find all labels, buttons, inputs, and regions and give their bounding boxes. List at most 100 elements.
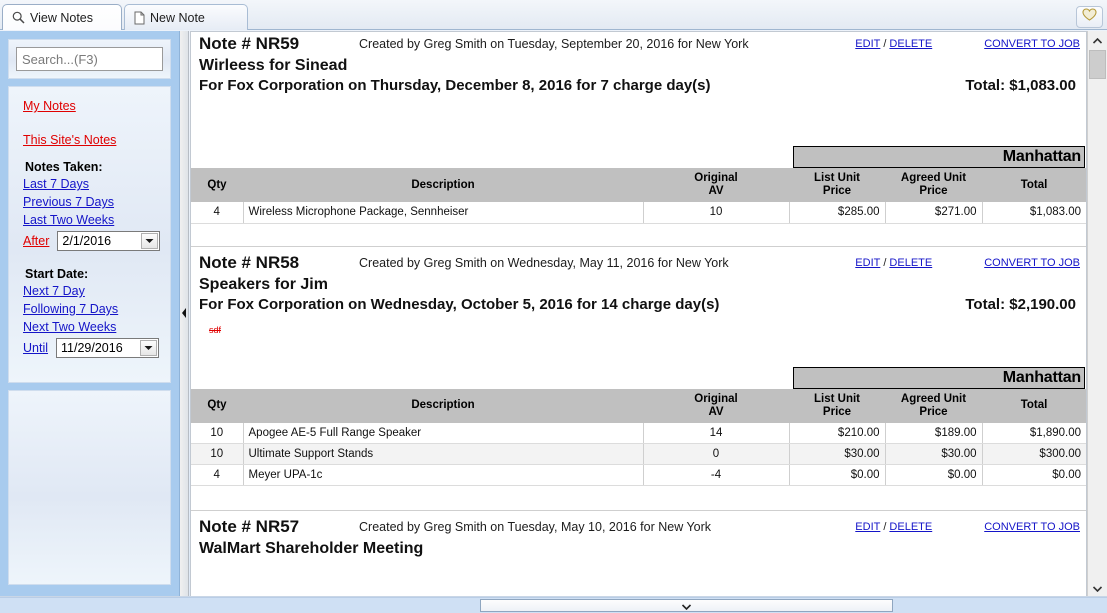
header-agreed-unit-line2: Price: [919, 185, 948, 197]
start-date-heading: Start Date:: [25, 267, 89, 281]
note-body: sdf: [191, 325, 1086, 367]
until-date-value: 11/29/2016: [61, 341, 123, 355]
sidebar-link-next-7-day[interactable]: Next 7 Day: [23, 283, 85, 300]
cell-total: $1,083.00: [982, 202, 1086, 224]
sidebar-empty-panel: [8, 390, 171, 585]
chevron-down-icon: [681, 597, 692, 613]
search-input[interactable]: [22, 51, 198, 67]
cell-qty: 4: [191, 202, 244, 224]
note-subtitle-row: For Fox Corporation on Thursday, Decembe…: [199, 77, 1086, 98]
edit-link[interactable]: EDIT: [855, 257, 880, 269]
header-agreed-unit-price: Agreed Unit Price: [885, 388, 982, 423]
collapse-left-icon[interactable]: [181, 305, 187, 323]
tab-new-note-label: New Note: [150, 10, 205, 25]
sidebar-link-after[interactable]: After: [23, 234, 49, 248]
sidebar-splitter[interactable]: [180, 31, 189, 597]
page-icon: [134, 11, 145, 25]
tab-view-notes[interactable]: View Notes: [2, 4, 122, 30]
scroll-down-button[interactable]: [1088, 579, 1107, 597]
search-box[interactable]: [16, 47, 212, 71]
sidebar-link-next-two-weeks[interactable]: Next Two Weeks: [23, 319, 116, 336]
expand-down-button[interactable]: [480, 599, 893, 612]
cell-list-price: $0.00: [789, 464, 886, 486]
note-created-line: Created by Greg Smith on Tuesday, Septem…: [359, 37, 749, 51]
favorite-button[interactable]: [1076, 6, 1103, 28]
cell-total: $300.00: [982, 443, 1086, 465]
sidebar-link-this-sites-notes[interactable]: This Site's Notes: [23, 133, 116, 147]
convert-to-job-link[interactable]: CONVERT TO JOB: [984, 257, 1080, 269]
header-list-unit-line1: List Unit: [814, 392, 860, 405]
delete-link[interactable]: DELETE: [889, 257, 932, 269]
cell-description: Wireless Microphone Package, Sennheiser: [243, 202, 644, 224]
cell-list-price: $30.00: [789, 443, 886, 465]
cell-list-price: $285.00: [789, 202, 886, 224]
note-header: Note # NR58 Created by Greg Smith on Wed…: [191, 251, 1086, 275]
table-row[interactable]: 10 Apogee AE-5 Full Range Speaker 14 $21…: [191, 422, 1086, 444]
note-number: Note # NR58: [199, 252, 300, 272]
after-date-row: After 2/1/2016: [23, 231, 170, 251]
after-date-value: 2/1/2016: [62, 234, 112, 248]
header-agreed-unit-price: Agreed Unit Price: [885, 168, 982, 202]
sidebar-link-last-7-days[interactable]: Last 7 Days: [23, 176, 89, 193]
site-banner-wrap: Manhattan: [191, 366, 1086, 389]
cell-original-av: 14: [643, 422, 790, 444]
tab-new-note[interactable]: New Note: [124, 4, 248, 30]
chevron-down-icon[interactable]: [140, 340, 158, 356]
header-qty: Qty: [191, 388, 243, 423]
note-actions: EDIT / DELETE CONVERT TO JOB: [855, 38, 1080, 50]
cell-description: Meyer UPA-1c: [243, 464, 644, 486]
note-subtitle: For Fox Corporation on Wednesday, Octobe…: [199, 295, 720, 313]
header-original-av-line1: Original: [694, 392, 738, 405]
cell-agreed-price: $0.00: [885, 464, 983, 486]
note-total: Total: $1,083.00: [965, 77, 1076, 94]
site-banner: Manhattan: [793, 366, 1085, 389]
edit-link[interactable]: EDIT: [855, 38, 880, 50]
convert-to-job-link[interactable]: CONVERT TO JOB: [984, 521, 1080, 533]
scroll-up-button[interactable]: [1088, 31, 1107, 49]
vertical-scrollbar[interactable]: [1087, 31, 1107, 597]
cell-agreed-price: $189.00: [885, 422, 983, 444]
chevron-down-icon[interactable]: [141, 233, 159, 249]
scrollbar-thumb[interactable]: [1089, 50, 1106, 79]
sidebar-link-my-notes[interactable]: My Notes: [23, 99, 76, 113]
table-row[interactable]: 10 Ultimate Support Stands 0 $30.00 $30.…: [191, 443, 1086, 465]
cell-agreed-price: $30.00: [885, 443, 983, 465]
delete-link[interactable]: DELETE: [889, 38, 932, 50]
note-number: Note # NR57: [199, 517, 300, 536]
table-row[interactable]: 4 Meyer UPA-1c -4 $0.00 $0.00 $0.00: [191, 464, 1086, 486]
sidebar-link-following-7-days[interactable]: Following 7 Days: [23, 301, 118, 318]
after-date-combo[interactable]: 2/1/2016: [57, 231, 161, 251]
sidebar: My Notes This Site's Notes Notes Taken: …: [0, 31, 212, 597]
delete-link[interactable]: DELETE: [889, 521, 932, 533]
tab-view-notes-label: View Notes: [30, 10, 93, 25]
table-row[interactable]: 4 Wireless Microphone Package, Sennheise…: [191, 202, 1086, 224]
note-card: Note # NR58 Created by Greg Smith on Wed…: [191, 251, 1086, 511]
note-title: Speakers for Jim: [199, 275, 328, 293]
note-created-line: Created by Greg Smith on Wednesday, May …: [359, 255, 729, 270]
items-table: Qty Description Original AV List Unit Pr…: [191, 168, 1086, 224]
bottom-left-chip: [2, 599, 252, 612]
header-agreed-unit-line2: Price: [919, 405, 948, 418]
sidebar-link-previous-7-days[interactable]: Previous 7 Days: [23, 194, 114, 211]
edit-link[interactable]: EDIT: [855, 521, 880, 533]
header-qty: Qty: [191, 168, 243, 202]
header-original-av: Original AV: [643, 388, 789, 423]
header-agreed-unit-line1: Agreed Unit: [900, 172, 967, 184]
chevron-up-icon: [1092, 31, 1103, 49]
sidebar-link-last-two-weeks[interactable]: Last Two Weeks: [23, 212, 114, 229]
header-original-av-line2: AV: [708, 405, 724, 418]
notes-taken-heading: Notes Taken:: [25, 160, 103, 174]
notes-list[interactable]: Note # NR59 Created by Greg Smith on Tue…: [190, 31, 1087, 597]
header-original-av-line2: AV: [708, 185, 724, 197]
cell-total: $0.00: [982, 464, 1086, 486]
header-agreed-unit-line1: Agreed Unit: [900, 392, 967, 405]
note-title: Wirleess for Sinead: [199, 57, 348, 74]
until-date-row: Until 11/29/2016: [23, 338, 170, 358]
action-separator: /: [883, 38, 887, 50]
until-date-combo[interactable]: 11/29/2016: [56, 338, 160, 358]
items-table: Qty Description Original AV List Unit Pr…: [191, 388, 1086, 486]
note-subtitle-row: For Fox Corporation on Wednesday, Octobe…: [199, 296, 1086, 317]
sidebar-link-until[interactable]: Until: [23, 341, 48, 355]
convert-to-job-link[interactable]: CONVERT TO JOB: [984, 38, 1080, 50]
note-subtitle: For Fox Corporation on Thursday, Decembe…: [199, 77, 711, 94]
